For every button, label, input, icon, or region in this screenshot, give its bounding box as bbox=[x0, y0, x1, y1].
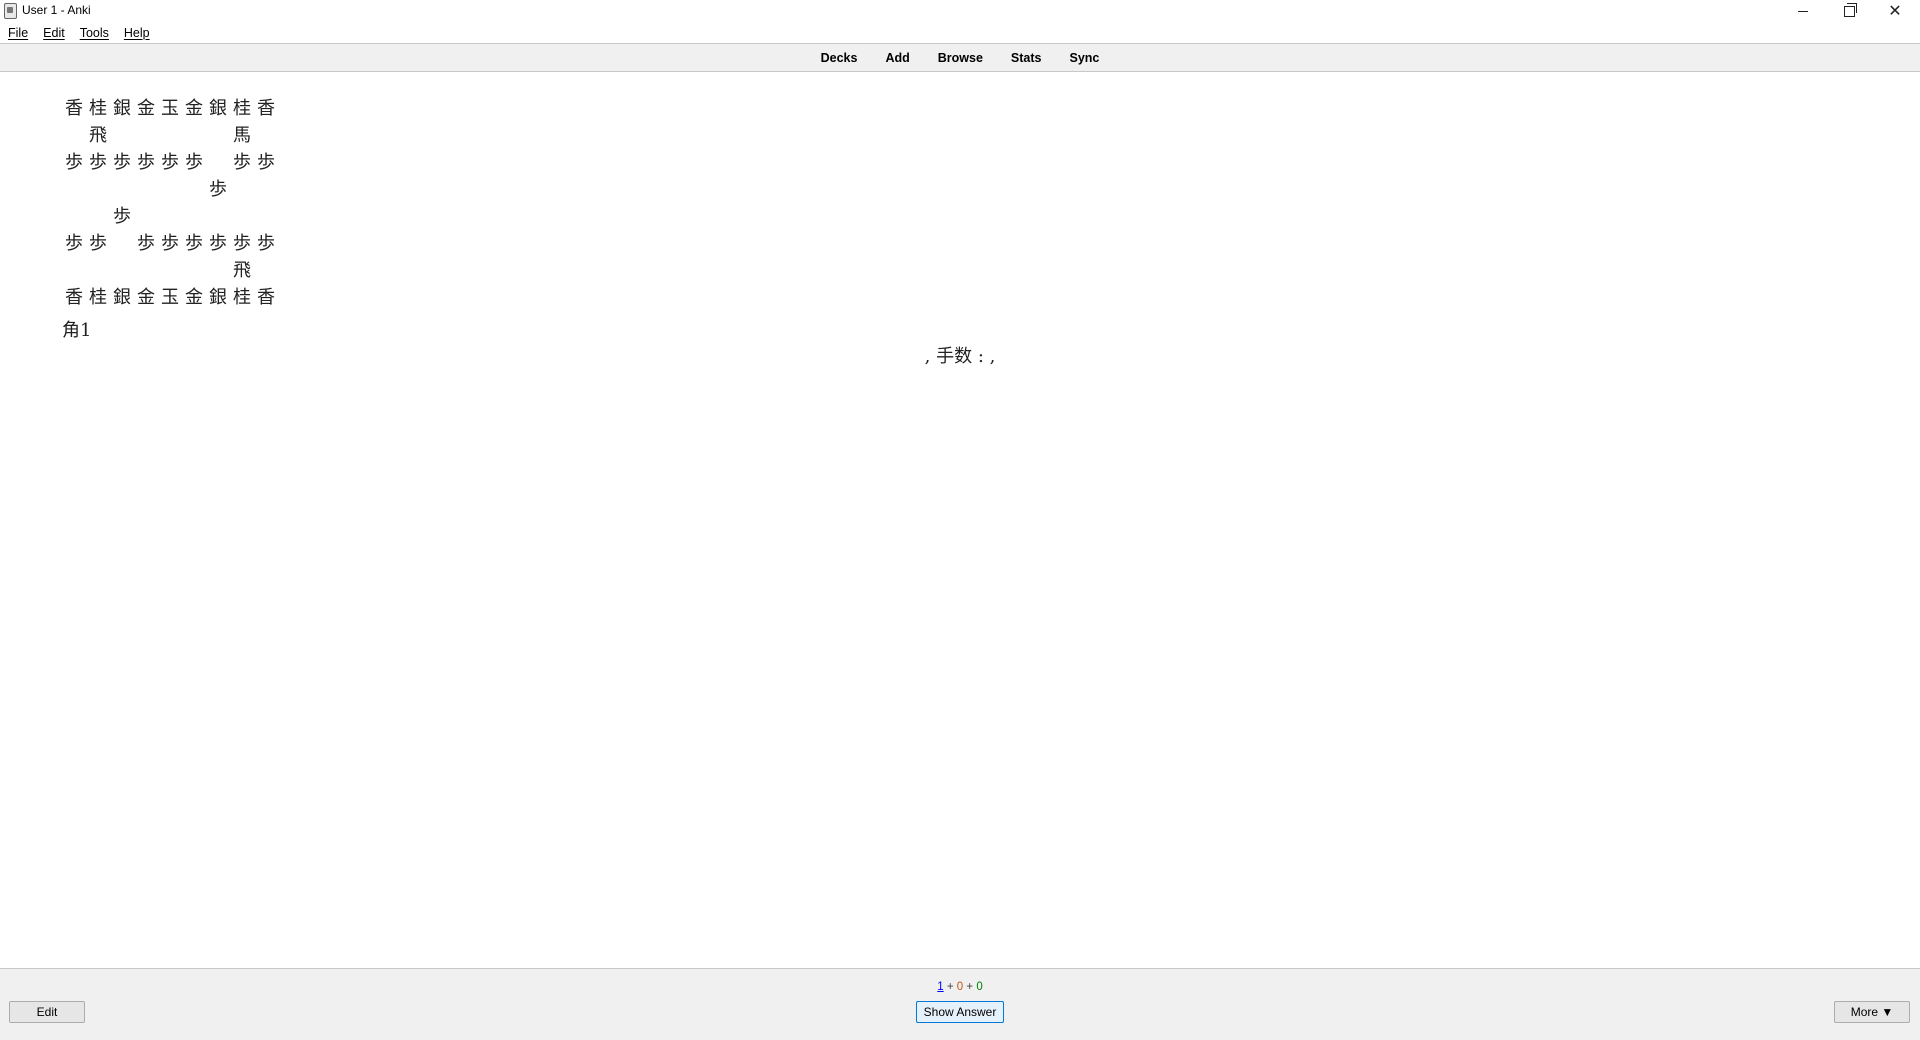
board-piece: 歩 bbox=[113, 206, 131, 227]
menu-tools[interactable]: Tools bbox=[72, 26, 116, 40]
board-piece: 歩 bbox=[113, 152, 131, 173]
show-answer-button[interactable]: Show Answer bbox=[916, 1001, 1004, 1023]
board-piece: 歩 bbox=[161, 233, 179, 254]
menu-file[interactable]: File bbox=[0, 26, 35, 40]
board-piece: 歩 bbox=[65, 233, 83, 254]
toolbar-stats[interactable]: Stats bbox=[1011, 51, 1042, 65]
toolbar-add[interactable]: Add bbox=[885, 51, 909, 65]
card-counts: 1 + 0 + 0 bbox=[0, 981, 1920, 993]
board-piece: 銀 bbox=[113, 98, 131, 119]
board-piece: 香 bbox=[257, 287, 275, 308]
close-button[interactable]: ✕ bbox=[1872, 0, 1918, 22]
bottom-bar: 1 + 0 + 0 Edit Show Answer More ▼ bbox=[0, 968, 1920, 1040]
board-piece: 歩 bbox=[233, 233, 251, 254]
board-piece: 銀 bbox=[113, 287, 131, 308]
edit-button[interactable]: Edit bbox=[9, 1001, 85, 1023]
toolbar-browse[interactable]: Browse bbox=[938, 51, 983, 65]
board-piece: 香 bbox=[257, 98, 275, 119]
more-button[interactable]: More ▼ bbox=[1834, 1001, 1910, 1023]
main-toolbar: Decks Add Browse Stats Sync bbox=[0, 43, 1920, 72]
board-row: 香桂銀金玉金銀桂香 bbox=[62, 94, 282, 121]
anki-app-icon bbox=[4, 3, 17, 19]
minimize-icon bbox=[1798, 10, 1808, 12]
board-piece: 歩 bbox=[209, 179, 227, 200]
board-piece: 歩 bbox=[137, 233, 155, 254]
menu-bar: File Edit Tools Help bbox=[0, 22, 1920, 43]
board-row: 歩 bbox=[62, 202, 282, 229]
board-piece: 歩 bbox=[89, 233, 107, 254]
board-piece: 銀 bbox=[209, 98, 227, 119]
menu-help[interactable]: Help bbox=[116, 26, 157, 40]
board-piece: 玉 bbox=[161, 287, 179, 308]
menu-edit[interactable]: Edit bbox=[35, 26, 72, 40]
board-piece: 桂 bbox=[233, 98, 251, 119]
board-piece: 銀 bbox=[209, 287, 227, 308]
shogi-board: 香桂銀金玉金銀桂香飛馬歩歩歩歩歩歩歩歩歩歩歩歩歩歩歩歩歩歩飛香桂銀金玉金銀桂香 bbox=[62, 94, 282, 310]
restore-icon bbox=[1843, 2, 1857, 17]
board-piece: 香 bbox=[65, 287, 83, 308]
board-piece: 歩 bbox=[65, 152, 83, 173]
board-row: 歩 bbox=[62, 175, 282, 202]
move-count-label: , 手数 : , bbox=[924, 346, 996, 367]
board-piece: 歩 bbox=[137, 152, 155, 173]
board-piece: 飛 bbox=[89, 125, 107, 146]
board-piece: 歩 bbox=[257, 152, 275, 173]
window-title: User 1 - Anki bbox=[22, 3, 91, 17]
board-piece: 金 bbox=[185, 98, 203, 119]
board-piece: 歩 bbox=[257, 233, 275, 254]
card-view: 香桂銀金玉金銀桂香飛馬歩歩歩歩歩歩歩歩歩歩歩歩歩歩歩歩歩歩飛香桂銀金玉金銀桂香 … bbox=[0, 72, 1920, 968]
title-bar: User 1 - Anki ✕ bbox=[0, 0, 1920, 22]
pieces-in-hand: 角1 bbox=[62, 320, 92, 341]
board-piece: 金 bbox=[185, 287, 203, 308]
board-piece: 金 bbox=[137, 287, 155, 308]
board-piece: 香 bbox=[65, 98, 83, 119]
board-piece: 玉 bbox=[161, 98, 179, 119]
board-piece: 歩 bbox=[209, 233, 227, 254]
board-row: 歩歩歩歩歩歩歩歩 bbox=[62, 229, 282, 256]
board-piece: 歩 bbox=[185, 152, 203, 173]
count-separator: + bbox=[943, 981, 957, 993]
board-row: 香桂銀金玉金銀桂香 bbox=[62, 283, 282, 310]
board-piece: 桂 bbox=[89, 98, 107, 119]
minimize-button[interactable] bbox=[1780, 0, 1826, 22]
board-piece: 馬 bbox=[233, 125, 251, 146]
board-piece: 歩 bbox=[185, 233, 203, 254]
toolbar-decks[interactable]: Decks bbox=[821, 51, 858, 65]
count-separator: + bbox=[963, 981, 977, 993]
maximize-button[interactable] bbox=[1826, 0, 1872, 22]
board-row: 飛馬 bbox=[62, 121, 282, 148]
toolbar-sync[interactable]: Sync bbox=[1070, 51, 1100, 65]
board-piece: 歩 bbox=[161, 152, 179, 173]
review-count: 0 bbox=[976, 981, 983, 993]
board-piece: 桂 bbox=[233, 287, 251, 308]
board-piece: 歩 bbox=[233, 152, 251, 173]
board-piece: 歩 bbox=[89, 152, 107, 173]
board-row: 歩歩歩歩歩歩歩歩 bbox=[62, 148, 282, 175]
board-piece: 金 bbox=[137, 98, 155, 119]
board-piece: 飛 bbox=[233, 260, 251, 281]
board-row: 飛 bbox=[62, 256, 282, 283]
board-piece: 桂 bbox=[89, 287, 107, 308]
close-icon: ✕ bbox=[1888, 1, 1902, 20]
